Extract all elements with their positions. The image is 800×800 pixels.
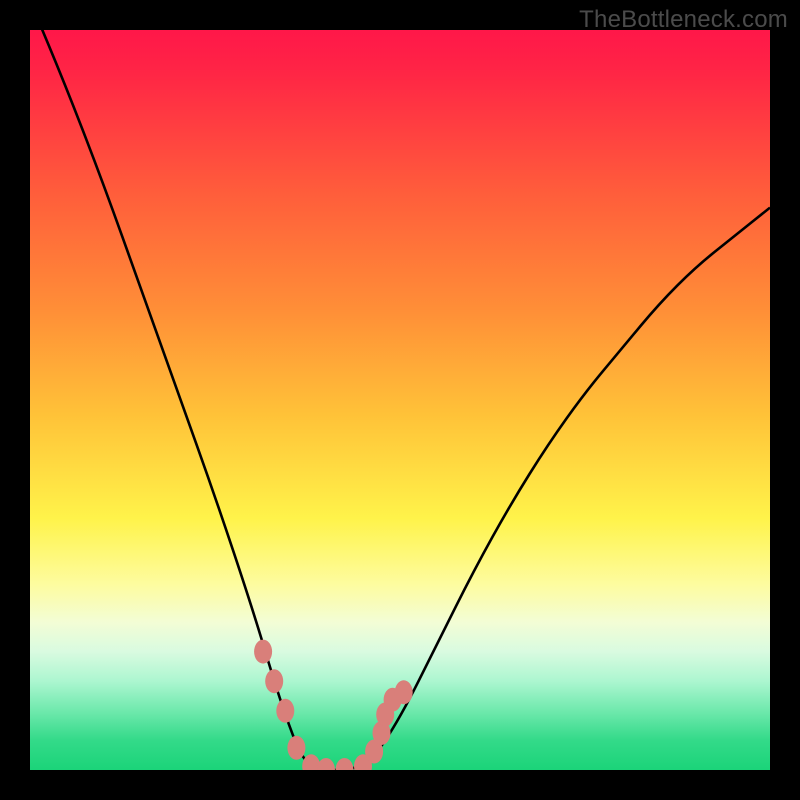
marker-dot — [395, 680, 413, 704]
marker-dot — [276, 699, 294, 723]
marker-dot — [254, 640, 272, 664]
marker-group — [254, 640, 413, 770]
marker-dot — [287, 736, 305, 760]
bottleneck-curve — [30, 30, 770, 770]
marker-dot — [265, 669, 283, 693]
marker-dot — [336, 758, 354, 770]
curve-layer — [30, 30, 770, 770]
marker-dot — [317, 758, 335, 770]
chart-frame: TheBottleneck.com — [0, 0, 800, 800]
plot-area — [30, 30, 770, 770]
